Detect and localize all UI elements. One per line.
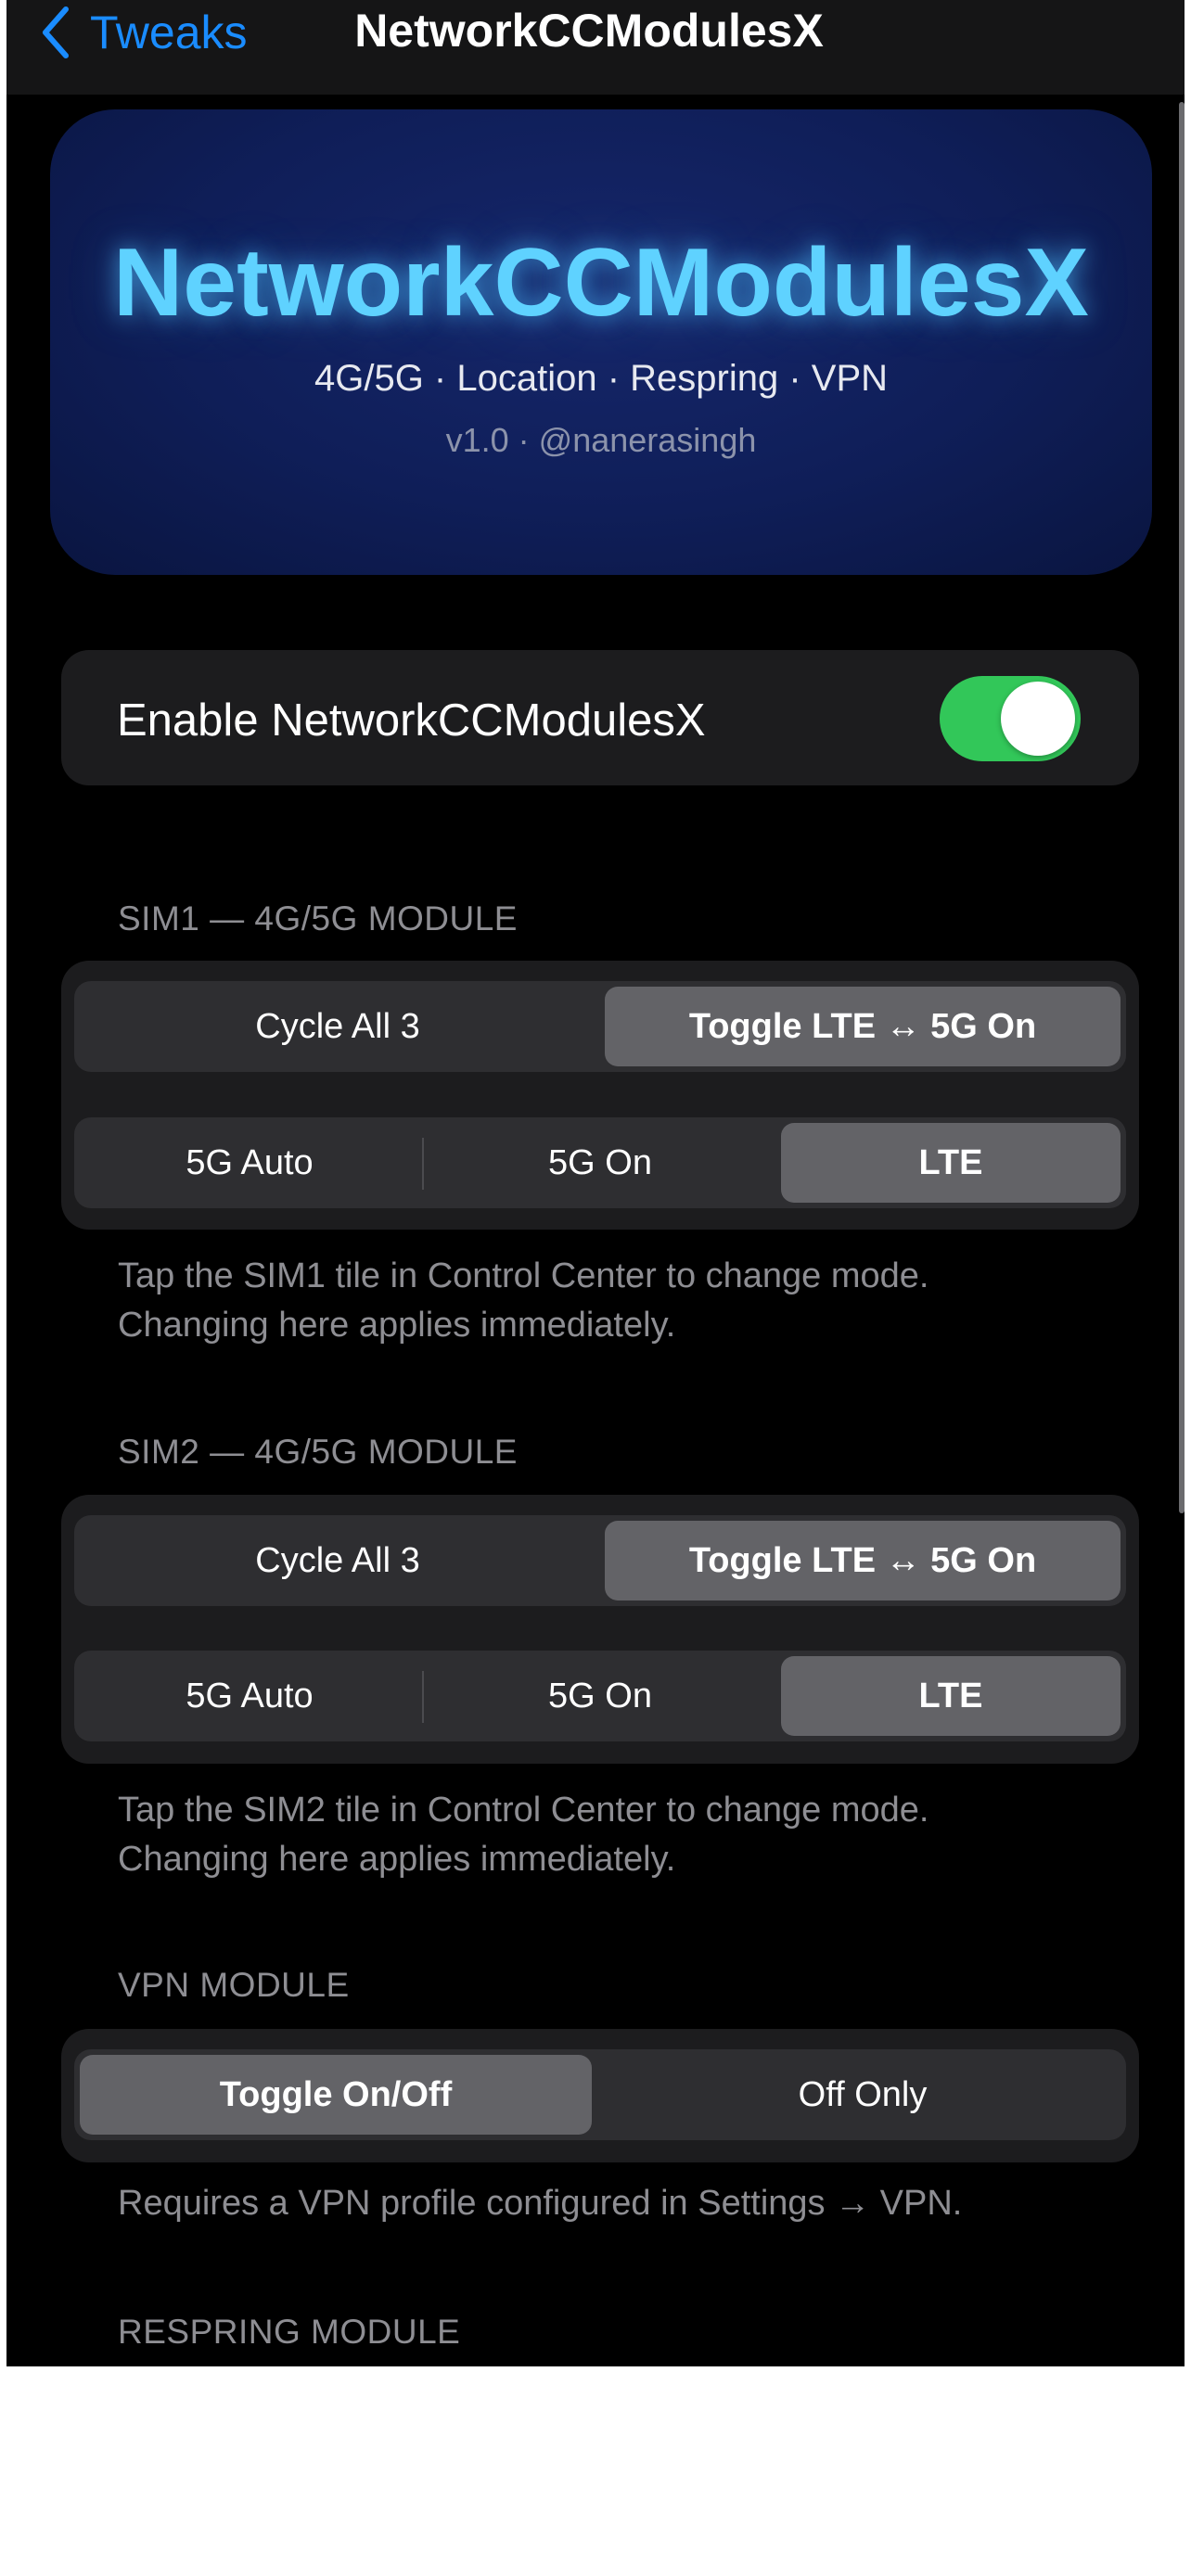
vpn-card: Toggle On/Off Off Only	[61, 2029, 1139, 2162]
sim1-mode-5g-on[interactable]: 5G On	[430, 1123, 770, 1203]
sim2-section-header: SIM2 — 4G/5G MODULE	[118, 1433, 518, 1471]
sim2-mode-control: 5G Auto 5G On LTE	[74, 1651, 1126, 1741]
sim2-behavior-cycle-all[interactable]: Cycle All 3	[80, 1521, 596, 1600]
vpn-footnote: Requires a VPN profile configured in Set…	[118, 2184, 963, 2223]
enable-card: Enable NetworkCCModulesX	[61, 650, 1139, 785]
sim1-section-header: SIM1 — 4G/5G MODULE	[118, 899, 518, 937]
vpn-mode-control: Toggle On/Off Off Only	[74, 2049, 1126, 2140]
enable-toggle[interactable]	[940, 676, 1081, 761]
sim1-behavior-toggle-lte-5g[interactable]: Toggle LTE ↔ 5G On	[605, 987, 1121, 1066]
toggle-knob	[1001, 682, 1075, 756]
sim1-behavior-control: Cycle All 3 Toggle LTE ↔ 5G On	[74, 981, 1126, 1072]
sim2-behavior-control: Cycle All 3 Toggle LTE ↔ 5G On	[74, 1515, 1126, 1606]
sim2-footnote: Tap the SIM2 tile in Control Center to c…	[118, 1791, 929, 1879]
page-title: NetworkCCModulesX	[354, 5, 824, 57]
hero-subtitle: 4G/5G · Location · Respring · VPN	[314, 358, 889, 399]
settings-screen: Tweaks NetworkCCModulesX NetworkCCModule…	[6, 0, 1185, 2366]
navigation-bar: Tweaks NetworkCCModulesX	[6, 0, 1185, 95]
sim1-mode-control: 5G Auto 5G On LTE	[74, 1117, 1126, 1208]
hero-version-author: v1.0 · @nanerasingh	[445, 421, 757, 459]
vpn-mode-toggle[interactable]: Toggle On/Off	[80, 2055, 592, 2135]
scroll-indicator[interactable]	[1179, 102, 1185, 1513]
sim2-card: Cycle All 3 Toggle LTE ↔ 5G On 5G Auto 5…	[61, 1495, 1139, 1764]
sim1-behavior-cycle-all[interactable]: Cycle All 3	[80, 987, 596, 1066]
segment-divider	[422, 1138, 424, 1190]
sim1-mode-5g-auto[interactable]: 5G Auto	[80, 1123, 419, 1203]
sim2-behavior-toggle-lte-5g[interactable]: Toggle LTE ↔ 5G On	[605, 1521, 1121, 1600]
sim2-mode-lte[interactable]: LTE	[781, 1656, 1121, 1736]
vpn-mode-off-only[interactable]: Off Only	[605, 2055, 1121, 2135]
hero-banner: NetworkCCModulesX 4G/5G · Location · Res…	[50, 109, 1152, 575]
segment-divider	[422, 1671, 424, 1723]
vpn-section-header: VPN MODULE	[118, 1966, 350, 2004]
sim2-mode-5g-on[interactable]: 5G On	[430, 1656, 770, 1736]
sim1-footnote: Tap the SIM1 tile in Control Center to c…	[118, 1256, 929, 1345]
enable-label: Enable NetworkCCModulesX	[117, 695, 706, 746]
hero-title: NetworkCCModulesX	[113, 229, 1089, 337]
respring-section-header: RESPRING MODULE	[118, 2313, 461, 2351]
sim1-card: Cycle All 3 Toggle LTE ↔ 5G On 5G Auto 5…	[61, 961, 1139, 1230]
sim1-mode-lte[interactable]: LTE	[781, 1123, 1121, 1203]
sim2-mode-5g-auto[interactable]: 5G Auto	[80, 1656, 419, 1736]
